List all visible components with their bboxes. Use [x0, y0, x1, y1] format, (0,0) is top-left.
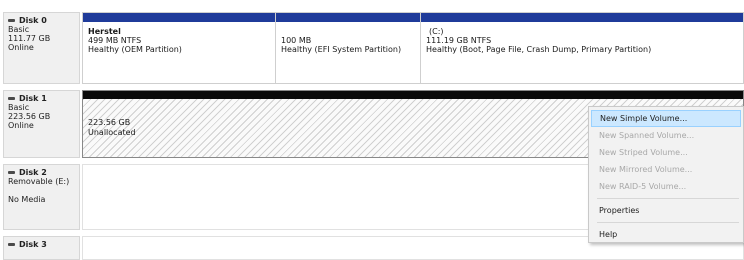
disk-3-label: Disk 3 — [8, 240, 75, 249]
disk-1-status: Online — [8, 121, 34, 130]
unallocated-status: Unallocated — [88, 128, 136, 137]
disk-2-name: Disk 2 — [19, 168, 47, 177]
disk-2-spacer — [8, 186, 75, 195]
unallocated-size: 223.56 GB — [88, 118, 131, 127]
disk-icon — [8, 171, 15, 174]
partition-size: 111.19 GB NTFS — [426, 36, 492, 45]
partition-size: 100 MB — [281, 36, 312, 45]
menu-separator — [597, 222, 739, 223]
disk-0-partitions: Herstel 499 MB NTFS Healthy (OEM Partiti… — [82, 12, 744, 84]
disk-0-info[interactable]: Disk 0 Basic 111.77 GB Online — [3, 12, 80, 84]
menu-item-new-simple-volume[interactable]: New Simple Volume... — [591, 110, 741, 127]
disk-2-info[interactable]: Disk 2 Removable (E:) No Media — [3, 164, 80, 230]
disk-0-status: Online — [8, 43, 34, 52]
disk-1-type: Basic — [8, 103, 30, 112]
partition-c[interactable]: (C:) 111.19 GB NTFS Healthy (Boot, Page … — [421, 13, 743, 83]
disk-1-size: 223.56 GB — [8, 112, 51, 121]
partition-efi[interactable]: 100 MB Healthy (EFI System Partition) — [276, 13, 421, 83]
menu-item-help[interactable]: Help — [591, 226, 741, 243]
partition-herstel[interactable]: Herstel 499 MB NTFS Healthy (OEM Partiti… — [83, 13, 276, 83]
partition-title — [281, 27, 415, 36]
menu-item-properties[interactable]: Properties — [591, 202, 741, 219]
partition-size: 499 MB NTFS — [88, 36, 142, 45]
disk-0-name: Disk 0 — [19, 16, 47, 25]
menu-item-new-striped-volume[interactable]: New Striped Volume... — [591, 144, 741, 161]
partition-bar — [276, 13, 420, 22]
menu-item-new-raid5-volume[interactable]: New RAID-5 Volume... — [591, 178, 741, 195]
disk-management-pane: Disk 0 Basic 111.77 GB Online Herstel 49… — [0, 0, 744, 260]
partition-title: (C:) — [429, 27, 444, 36]
menu-item-new-spanned-volume[interactable]: New Spanned Volume... — [591, 127, 741, 144]
unallocated-bar — [83, 91, 743, 99]
partition-status: Healthy (OEM Partition) — [88, 45, 182, 54]
menu-item-new-mirrored-volume[interactable]: New Mirrored Volume... — [591, 161, 741, 178]
disk-0-label: Disk 0 — [8, 16, 75, 25]
disk-icon — [8, 97, 15, 100]
menu-separator — [597, 198, 739, 199]
partition-title: Herstel — [88, 27, 121, 36]
disk-2-status: No Media — [8, 195, 46, 204]
partition-bar — [421, 13, 743, 22]
disk-1-info[interactable]: Disk 1 Basic 223.56 GB Online — [3, 90, 80, 158]
disk-0-type: Basic — [8, 25, 30, 34]
disk-3-name: Disk 3 — [19, 240, 47, 249]
context-menu: New Simple Volume... New Spanned Volume.… — [588, 106, 744, 243]
partition-status: Healthy (EFI System Partition) — [281, 45, 402, 54]
disk-icon — [8, 243, 15, 246]
disk-0-size: 111.77 GB — [8, 34, 51, 43]
disk-2-type: Removable (E:) — [8, 177, 70, 186]
disk-1-name: Disk 1 — [19, 94, 47, 103]
disk-icon — [8, 19, 15, 22]
partition-status: Healthy (Boot, Page File, Crash Dump, Pr… — [426, 45, 652, 54]
disk-1-label: Disk 1 — [8, 94, 75, 103]
disk-2-label: Disk 2 — [8, 168, 75, 177]
partition-bar — [83, 13, 275, 22]
disk-3-info[interactable]: Disk 3 — [3, 236, 80, 260]
